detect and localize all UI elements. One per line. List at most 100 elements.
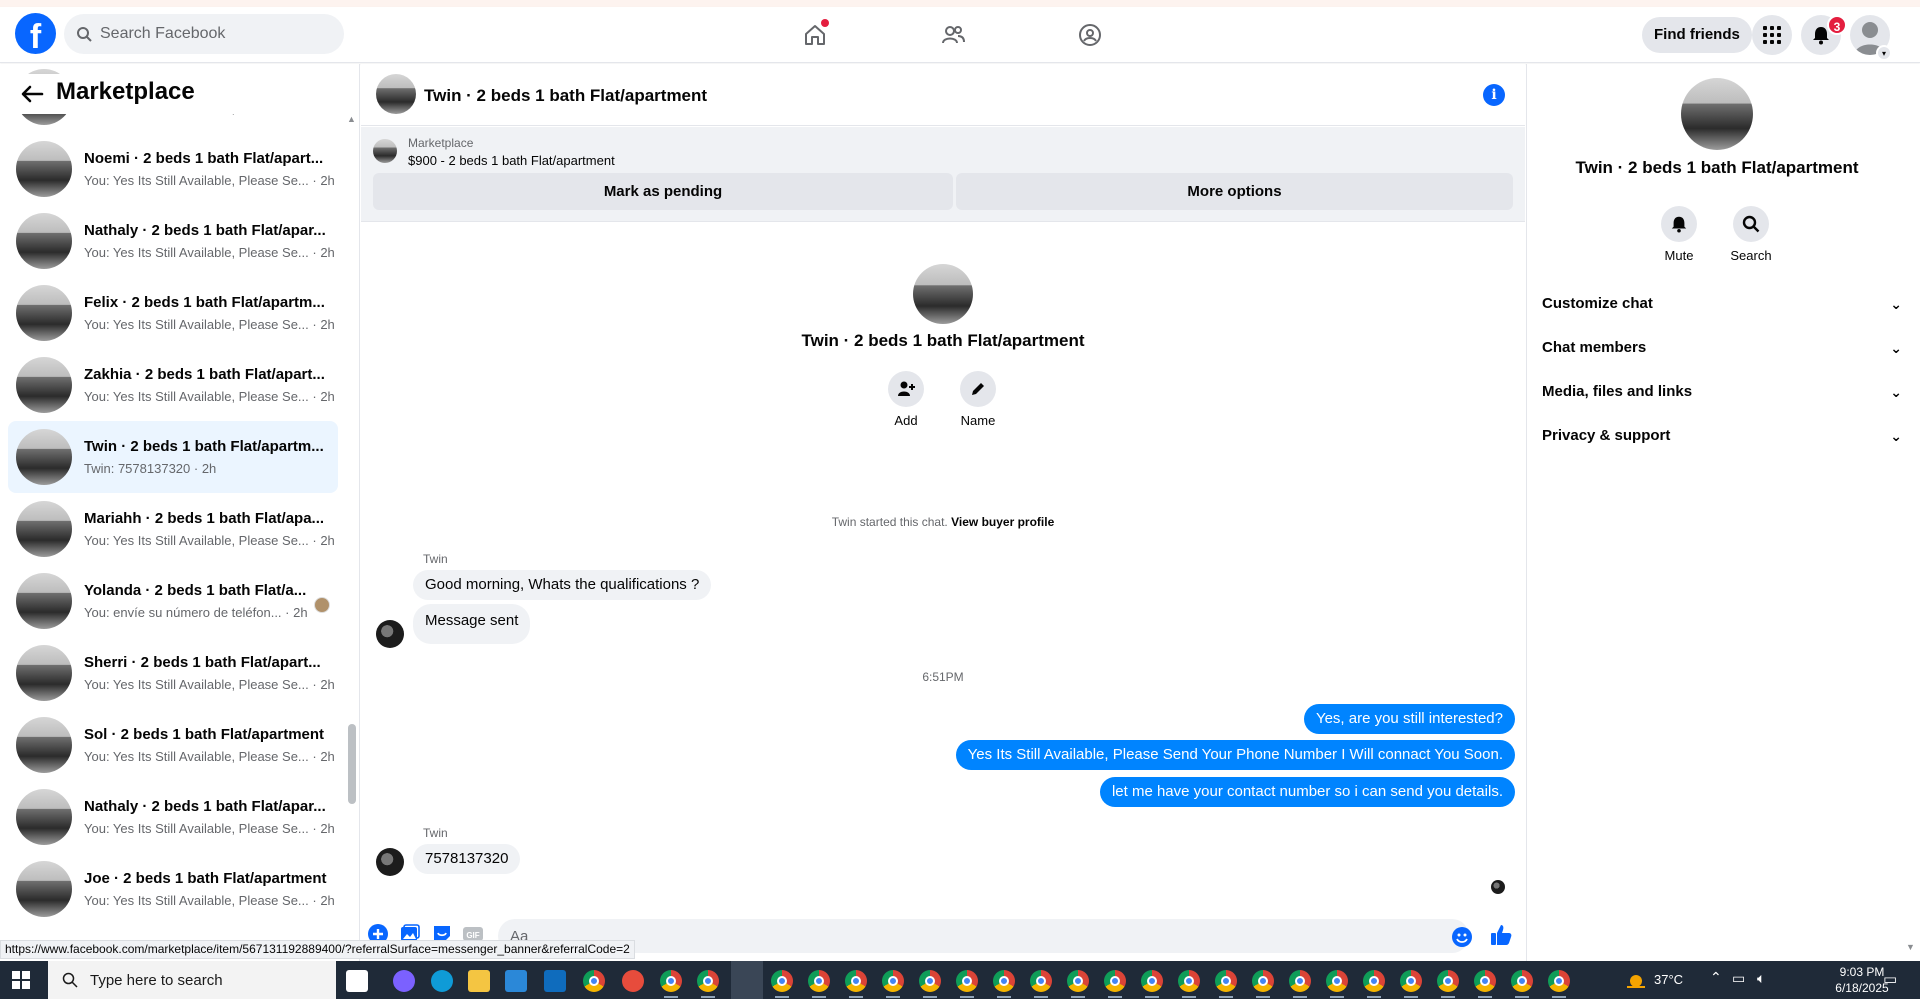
chrome-profile-icon[interactable]: [1400, 970, 1422, 992]
chrome-profile-icon[interactable]: [1437, 970, 1459, 992]
account-chevron-icon[interactable]: ▾: [1876, 45, 1892, 61]
media-files-links-row[interactable]: Media, files and links ⌄: [1542, 374, 1902, 410]
marketplace-banner: Marketplace $900 - 2 beds 1 bath Flat/ap…: [361, 127, 1525, 222]
row-label: Privacy & support: [1542, 427, 1671, 444]
chrome-profile-icon[interactable]: [845, 970, 867, 992]
find-friends-button[interactable]: Find friends: [1642, 17, 1752, 53]
taskbar-search[interactable]: Type here to search: [48, 961, 336, 999]
sender-avatar[interactable]: [376, 620, 404, 648]
conversation-item[interactable]: Yolanda · 2 beds 1 bath Flat/a... You: en…: [8, 565, 338, 637]
chat-title[interactable]: Twin · 2 beds 1 bath Flat/apartment: [424, 86, 707, 106]
chrome-profile-icon[interactable]: [1067, 970, 1089, 992]
conversation-item[interactable]: Noemi · 2 beds 1 bath Flat/apart... You: …: [8, 133, 338, 205]
search-in-chat-button[interactable]: Search: [1721, 206, 1781, 263]
chrome-profile-icon[interactable]: [1215, 970, 1237, 992]
menu-button[interactable]: [1752, 15, 1792, 55]
search-box[interactable]: [64, 14, 344, 54]
chrome-profile-icon[interactable]: [919, 970, 941, 992]
chrome-profile-icon[interactable]: [1030, 970, 1052, 992]
outgoing-message[interactable]: Yes, are you still interested?: [1303, 704, 1515, 734]
privacy-support-row[interactable]: Privacy & support ⌄: [1542, 418, 1902, 454]
view-buyer-profile-link[interactable]: View buyer profile: [951, 515, 1054, 529]
more-options-button[interactable]: More options: [956, 173, 1513, 210]
conversation-item[interactable]: Twin · 2 beds 1 bath Flat/apartm... Twin:…: [8, 421, 338, 493]
outgoing-message[interactable]: Yes Its Still Available, Please Send You…: [955, 740, 1515, 770]
emoji-icon[interactable]: [1451, 926, 1473, 948]
chrome-profile-icon[interactable]: [1178, 970, 1200, 992]
conversation-item[interactable]: Joe · 2 beds 1 bath Flat/apartment You: Y…: [8, 853, 338, 925]
tray-chevron-up-icon[interactable]: ⌃: [1710, 969, 1722, 986]
chrome-profile-icon[interactable]: [1141, 970, 1163, 992]
chrome-profile-icon[interactable]: [1474, 970, 1496, 992]
search-input[interactable]: [100, 25, 330, 43]
chrome-icon[interactable]: [583, 970, 605, 992]
banner-listing-price[interactable]: $900 - 2 beds 1 bath Flat/apartment: [408, 153, 615, 168]
conversation-name: Sol · 2 beds 1 bath Flat/apartment: [84, 726, 325, 743]
row-label: Customize chat: [1542, 295, 1653, 312]
task-view-icon[interactable]: [346, 970, 368, 992]
windows-start-icon[interactable]: [12, 971, 30, 989]
conversation-item[interactable]: Zakhia · 2 beds 1 bath Flat/apart... You:…: [8, 349, 338, 421]
chrome-profile-icon[interactable]: [771, 970, 793, 992]
chrome-profile-icon[interactable]: [697, 970, 719, 992]
chrome-profile-icon[interactable]: [1363, 970, 1385, 992]
network-icon[interactable]: ▭: [1732, 970, 1745, 987]
chrome-profile-icon[interactable]: [808, 970, 830, 992]
sender-avatar[interactable]: [376, 848, 404, 876]
incoming-message[interactable]: Message sent: [413, 604, 531, 644]
temperature[interactable]: 37°C: [1654, 972, 1683, 987]
chat-members-row[interactable]: Chat members ⌄: [1542, 330, 1902, 366]
chrome-profile-icon[interactable]: [1548, 970, 1570, 992]
chrome-profile-icon[interactable]: [660, 970, 682, 992]
taskbar-clock[interactable]: 9:03 PM 6/18/2025: [1827, 964, 1897, 996]
chrome-profile-icon[interactable]: [956, 970, 978, 992]
scroll-up-arrow-icon[interactable]: ▲: [347, 114, 356, 124]
info-icon[interactable]: i: [1483, 84, 1505, 106]
chrome-profile-icon[interactable]: [1289, 970, 1311, 992]
home-nav-button[interactable]: [795, 17, 835, 53]
mark-as-pending-button[interactable]: Mark as pending: [373, 173, 953, 210]
chrome-profile-icon[interactable]: [882, 970, 904, 992]
banner-listing-thumbnail[interactable]: [373, 139, 397, 163]
chrome-profile-icon[interactable]: [1511, 970, 1533, 992]
conversation-item[interactable]: Felix · 2 beds 1 bath Flat/apartm... You:…: [8, 277, 338, 349]
conversation-item[interactable]: Nathaly · 2 beds 1 bath Flat/apar... You:…: [8, 781, 338, 853]
outgoing-message[interactable]: let me have your contact number so i can…: [1099, 777, 1515, 807]
sidebar-scrollbar[interactable]: [348, 724, 356, 804]
details-avatar[interactable]: [1681, 78, 1753, 150]
incoming-message[interactable]: Good morning, Whats the qualifications ?: [413, 570, 712, 600]
microsoft-store-icon[interactable]: [505, 970, 527, 992]
back-arrow-icon[interactable]: [18, 82, 46, 106]
conversation-item[interactable]: Sherri · 2 beds 1 bath Flat/apart... You:…: [8, 637, 338, 709]
add-people-button[interactable]: Add: [876, 371, 936, 428]
file-explorer-icon[interactable]: [468, 970, 490, 992]
weather-icon[interactable]: [1625, 970, 1647, 992]
outlook-icon[interactable]: [544, 970, 566, 992]
scroll-down-arrow-icon[interactable]: ▼: [1906, 942, 1915, 952]
groups-nav-button[interactable]: [1070, 17, 1110, 53]
paint-icon[interactable]: [622, 970, 644, 992]
search-icon: [77, 27, 92, 42]
conversation-item[interactable]: Nathaly · 2 beds 1 bath Flat/apar... You:…: [8, 205, 338, 277]
thumbs-up-icon[interactable]: [1489, 923, 1513, 947]
running-indicator: [1182, 996, 1196, 998]
mute-button[interactable]: Mute: [1649, 206, 1709, 263]
customize-chat-row[interactable]: Customize chat ⌄: [1542, 286, 1902, 322]
conversation-item[interactable]: Mariahh · 2 beds 1 bath Flat/apa... You: …: [8, 493, 338, 565]
volume-icon[interactable]: 🔈︎: [1757, 970, 1765, 987]
chrome-profile-icon[interactable]: [1104, 970, 1126, 992]
chat-sidebar: Marketplace Aaliyah · 2 beds 1 bath Flat…: [0, 64, 360, 962]
friends-nav-button[interactable]: [933, 17, 973, 53]
chrome-profile-icon[interactable]: [1252, 970, 1274, 992]
incoming-message[interactable]: 7578137320: [413, 844, 521, 874]
message-input[interactable]: [498, 919, 1469, 953]
chat-header-avatar[interactable]: [376, 74, 416, 114]
conversation-item[interactable]: Sol · 2 beds 1 bath Flat/apartment You: Y…: [8, 709, 338, 781]
chrome-profile-icon[interactable]: [1326, 970, 1348, 992]
edge-icon[interactable]: [431, 970, 453, 992]
chrome-profile-icon[interactable]: [993, 970, 1015, 992]
copilot-icon[interactable]: [393, 970, 415, 992]
facebook-logo[interactable]: f: [15, 13, 56, 54]
name-chat-button[interactable]: Name: [948, 371, 1008, 428]
conversation-thumbnail: [16, 789, 72, 845]
